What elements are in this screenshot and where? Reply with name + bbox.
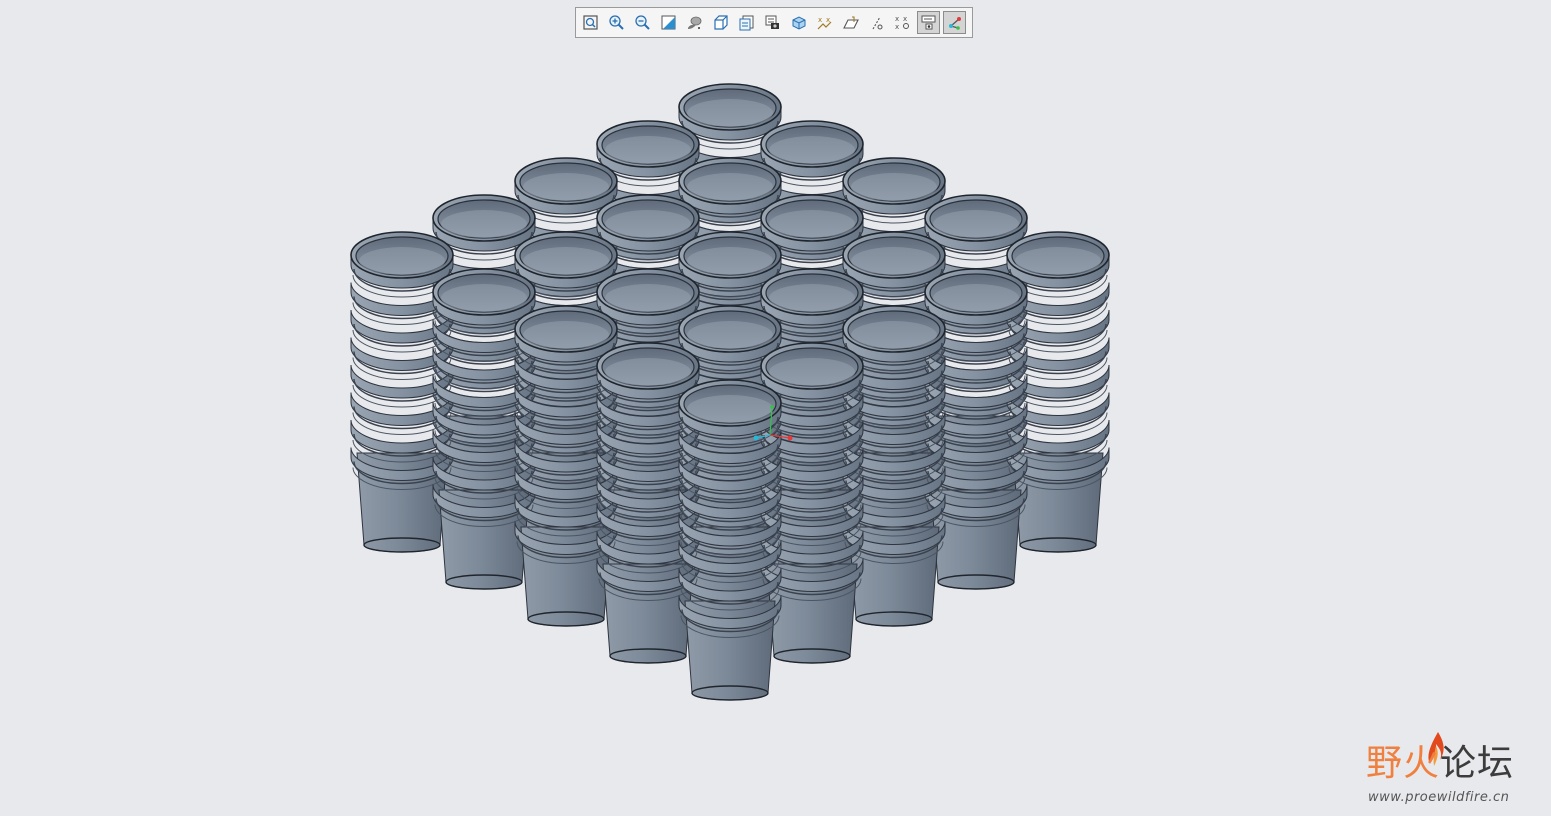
cup-stacks[interactable] [350, 83, 1110, 701]
axis-display-icon [872, 16, 883, 30]
x-axis-tip [787, 435, 793, 441]
view-manager-icon [739, 15, 754, 31]
refit-icon [583, 15, 598, 30]
perspective-view-button[interactable] [761, 11, 784, 34]
svg-text:x: x [895, 23, 899, 31]
axis-display-button[interactable] [865, 11, 888, 34]
plane-display-icon [843, 16, 859, 29]
point-display-icon: x xx [895, 15, 909, 31]
3d-graphics-window[interactable] [0, 40, 1551, 816]
spin-center-button[interactable] [787, 11, 810, 34]
z-axis-tip [753, 435, 759, 441]
svg-text:x: x [903, 15, 907, 23]
refit-button[interactable] [579, 11, 602, 34]
zoom-out-button[interactable] [631, 11, 654, 34]
watermark-title-part2: 论坛 [1440, 743, 1515, 784]
view-manager-button[interactable] [735, 11, 758, 34]
svg-text:x: x [818, 16, 822, 24]
watermark-url: www.proewildfire.cn [1368, 790, 1510, 805]
zoom-in-button[interactable] [605, 11, 628, 34]
perspective-view-icon [765, 15, 779, 29]
plane-display-button[interactable] [839, 11, 862, 34]
annotation-display-button[interactable] [917, 11, 940, 34]
display-style-icon [688, 16, 702, 29]
csys-display-icon [949, 17, 961, 30]
y-axis-tip [770, 405, 774, 409]
repaint-button[interactable] [657, 11, 680, 34]
datum-display-button[interactable]: xx [813, 11, 836, 34]
repaint-icon [661, 15, 676, 30]
forum-watermark-logo: 野火论坛 www.proewildfire.cn [1362, 728, 1542, 810]
annotation-display-icon [921, 15, 936, 30]
point-display-button[interactable]: xxx [891, 11, 914, 34]
spin-center-icon [792, 16, 806, 30]
csys-display-button[interactable] [943, 11, 966, 34]
stacked-cups-model[interactable] [0, 40, 1551, 816]
svg-text:x: x [895, 15, 899, 23]
watermark-title-part1: 野火 [1366, 743, 1441, 784]
datum-display-icon: xx [817, 16, 832, 30]
watermark-title: 野火论坛 [1366, 746, 1514, 782]
view-toolbar: xxxxx [575, 7, 973, 38]
saved-orientations-icon [714, 15, 728, 30]
saved-orientations-button[interactable] [709, 11, 732, 34]
display-style-button[interactable] [683, 11, 706, 34]
zoom-in-icon [609, 15, 624, 30]
zoom-out-icon [635, 15, 650, 30]
